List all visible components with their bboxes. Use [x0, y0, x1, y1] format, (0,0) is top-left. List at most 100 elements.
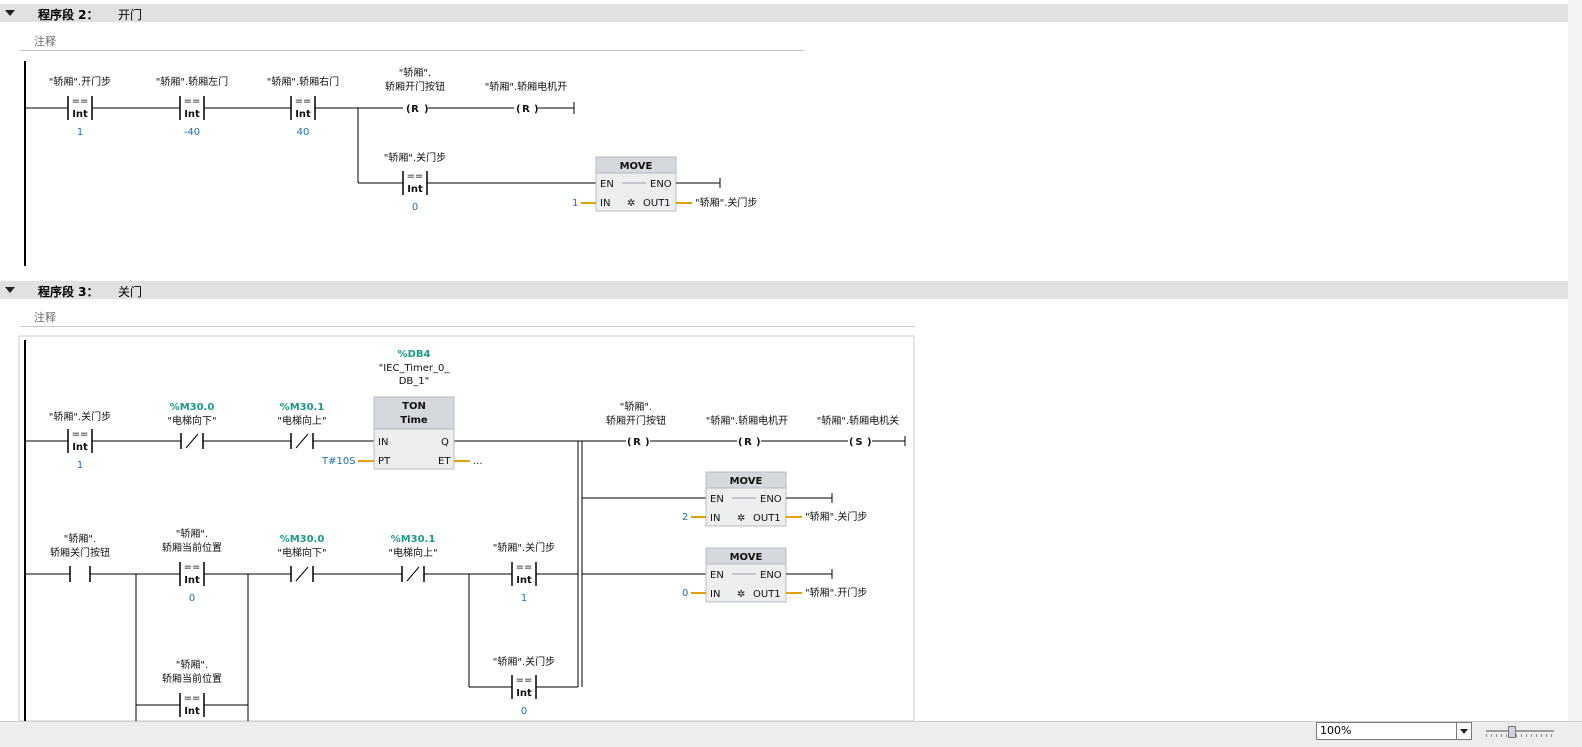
compare-contact[interactable]: "轿厢".关门步 == Int 0 [384, 151, 446, 213]
svg-text:(: ( [738, 437, 743, 448]
nc-contact[interactable]: %M30.1 "电梯向上" [388, 534, 438, 582]
sparkle-icon: ✲ [737, 589, 745, 600]
reset-coil[interactable]: "轿厢".轿厢电机开 ( ) R [706, 414, 788, 448]
operator-label: == [184, 693, 201, 704]
operand-label: "电梯向下" [277, 546, 326, 559]
slider-ticks [1486, 734, 1554, 737]
input-value: 0 [682, 588, 688, 599]
type-label: Int [407, 184, 423, 195]
coil-type: S [855, 437, 862, 448]
operand-label: "轿厢".轿厢电机关 [817, 414, 899, 427]
svg-text:): ) [756, 437, 761, 448]
nc-contact[interactable]: %M30.0 "电梯向下" [277, 534, 327, 582]
operand-label: "轿厢".轿厢右门 [267, 75, 339, 88]
block-title: MOVE [730, 552, 763, 563]
pin-label: ET [438, 456, 451, 467]
type-label: Int [295, 109, 311, 120]
compare-contact[interactable]: "轿厢".轿厢左门 == Int -40 [156, 75, 228, 138]
operand-label: "轿厢". [176, 658, 208, 671]
slider-thumb[interactable] [1508, 726, 1516, 738]
operator-label: == [72, 429, 89, 440]
pin-label: IN [378, 437, 388, 448]
operator-label: == [516, 562, 533, 573]
compare-contact[interactable]: "轿厢".关门步 == Int 1 [493, 541, 555, 604]
zoom-select[interactable]: 100% [1316, 722, 1457, 740]
output-operand: "轿厢".关门步 [805, 510, 867, 523]
pin-label: ENO [760, 570, 782, 581]
type-label: Int [184, 575, 200, 586]
type-label: Int [516, 688, 532, 699]
pin-label: OUT1 [753, 513, 781, 524]
reset-coil[interactable]: "轿厢".轿厢电机开 ( ) R [485, 80, 567, 115]
nc-contact[interactable]: %M30.0 "电梯向下" [167, 402, 217, 449]
operand-label: 轿厢开门按钮 [606, 414, 666, 427]
nc-contact[interactable]: %M30.1 "电梯向上" [277, 402, 327, 449]
operand-label: 轿厢开门按钮 [385, 80, 445, 93]
coil-type: R [411, 104, 419, 115]
pin-label: PT [378, 456, 391, 467]
compare-contact[interactable]: "轿厢".关门步 == Int 0 [493, 655, 555, 717]
operand-label: "电梯向上" [388, 546, 437, 559]
operand-label: "轿厢". [176, 527, 208, 540]
compare-contact[interactable]: "轿厢". 轿厢当前位置 == Int 0 [162, 527, 222, 604]
zoom-dropdown-chevron-icon[interactable] [1456, 722, 1472, 740]
operand-label: "轿厢".轿厢电机开 [706, 414, 788, 427]
move-block[interactable]: MOVE EN ENO IN ✲ OUT1 [705, 471, 787, 527]
preset-value: T#10S [321, 456, 356, 467]
compare-contact[interactable]: "轿厢". 轿厢当前位置 == Int [162, 658, 222, 718]
coil-type: R [744, 437, 752, 448]
operand-label: "轿厢".关门步 [384, 151, 446, 164]
coil-type: R [633, 437, 641, 448]
zoom-slider[interactable] [1486, 726, 1556, 738]
operand-label: "轿厢".关门步 [49, 410, 111, 423]
operator-label: == [295, 96, 312, 107]
svg-text:(: ( [849, 437, 854, 448]
set-coil[interactable]: "轿厢".轿厢电机关 ( ) S [817, 414, 899, 448]
operator-label: == [516, 675, 533, 686]
address-label: %M30.0 [280, 534, 325, 545]
compare-value: 1 [77, 127, 83, 138]
type-label: Int [184, 109, 200, 120]
compare-value: -40 [184, 127, 200, 138]
pin-label: EN [710, 494, 724, 505]
operand-label: 轿厢关门按钮 [50, 546, 110, 559]
address-label: %M30.1 [391, 534, 436, 545]
operator-label: == [184, 96, 201, 107]
ton-timer-block[interactable]: %DB4 "IEC_Timer_0_ DB_1" TON Time IN Q P… [373, 349, 455, 470]
elapsed-value: ... [473, 456, 483, 467]
operand-label: "轿厢". [620, 400, 652, 413]
operand-label: "电梯向下" [167, 414, 216, 427]
compare-value: 1 [521, 593, 527, 604]
operand-label: "轿厢".关门步 [493, 541, 555, 554]
block-title: TON [402, 401, 426, 412]
pin-label: IN [710, 513, 720, 524]
svg-text:): ) [867, 437, 872, 448]
compare-value: 0 [521, 706, 527, 717]
pin-label: IN [600, 198, 610, 209]
block-title: MOVE [620, 161, 653, 172]
pin-label: OUT1 [643, 198, 671, 209]
svg-text:): ) [645, 437, 650, 448]
svg-text:(: ( [406, 104, 411, 115]
move-block[interactable]: MOVE EN ENO IN ✲ OUT1 [595, 156, 677, 212]
compare-value: 1 [77, 460, 83, 471]
input-value: 2 [682, 512, 688, 523]
operand-label: 轿厢当前位置 [162, 541, 222, 554]
operand-label: "轿厢".开门步 [49, 75, 111, 88]
move-block[interactable]: MOVE EN ENO IN ✲ OUT1 [705, 547, 787, 603]
sparkle-icon: ✲ [737, 513, 745, 524]
type-label: Int [72, 109, 88, 120]
output-operand: "轿厢".关门步 [695, 196, 757, 209]
ladder-diagram: "轿厢".开门步 == Int 1 "轿厢".轿厢左门 == Int -40 "… [18, 61, 915, 722]
block-subtitle: Time [400, 415, 428, 426]
type-label: Int [72, 442, 88, 453]
slider-track [1486, 730, 1554, 732]
pin-label: EN [710, 570, 724, 581]
operand-label: "轿厢".轿厢左门 [156, 75, 228, 88]
compare-contact[interactable]: "轿厢".轿厢右门 == Int 40 [267, 75, 339, 138]
pin-label: ENO [760, 494, 782, 505]
operand-label: "轿厢". [399, 66, 431, 79]
compare-contact[interactable]: "轿厢".开门步 == Int 1 [49, 75, 111, 138]
network-3-body [18, 335, 915, 722]
pin-label: OUT1 [753, 589, 781, 600]
